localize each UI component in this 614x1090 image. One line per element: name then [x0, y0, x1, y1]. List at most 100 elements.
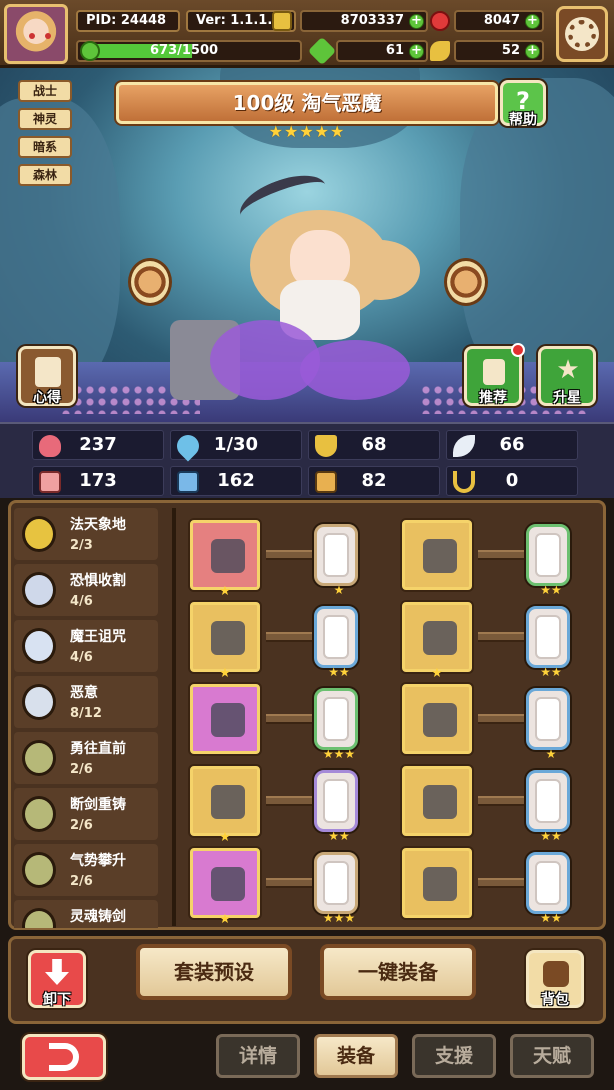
equipment-slot[interactable]: ★ — [190, 520, 260, 599]
rune-stars: ★ — [545, 747, 557, 761]
next-hero-button[interactable] — [444, 258, 488, 306]
equipment-slot[interactable] — [402, 684, 472, 754]
rune-stars: ★★★ — [322, 747, 356, 761]
rune-link — [478, 796, 526, 806]
settings-button[interactable] — [556, 6, 608, 62]
rune-link — [266, 878, 314, 888]
recommend-button[interactable]: 推荐 — [464, 343, 525, 406]
rune-link — [266, 632, 314, 642]
skill-item[interactable]: 法天象地 2/3 — [14, 508, 158, 560]
rune-card-slot[interactable]: ★★ — [526, 770, 570, 843]
equipment-slot[interactable] — [402, 520, 472, 590]
skill-item[interactable]: 勇往直前 2/6 — [14, 732, 158, 784]
gold-icon — [272, 11, 292, 31]
skill-icon — [22, 572, 56, 608]
hero-title-banner: 100级 淘气恶魔 — [116, 82, 498, 124]
tab-support[interactable]: 支援 — [412, 1034, 496, 1078]
prev-hero-button[interactable] — [128, 258, 172, 306]
gold-counter: 8703337 + — [300, 10, 428, 32]
equipment-slot[interactable] — [402, 848, 472, 918]
tab-equipment[interactable]: 装备 — [314, 1034, 398, 1078]
rune-card-slot[interactable]: ★★ — [526, 852, 570, 925]
equipment-stars: ★ — [219, 666, 231, 681]
skill-name: 法天象地 — [70, 517, 126, 533]
key-counter: 52 + — [454, 40, 544, 62]
key-value: 52 — [501, 43, 520, 58]
down-arrow-icon — [45, 959, 69, 985]
rune-card-slot[interactable]: ★★ — [314, 770, 358, 843]
hero-portrait — [170, 165, 440, 420]
skill-progress: 4/6 — [70, 594, 93, 609]
skill-progress: 2/6 — [70, 818, 93, 833]
rune-stars: ★★★ — [322, 911, 356, 925]
stat-speed-value: 66 — [499, 434, 525, 455]
rune-card-slot[interactable]: ★★ — [526, 606, 570, 679]
pid-label: PID: 24448 — [76, 10, 180, 32]
rune-card-slot[interactable]: ★ — [314, 524, 358, 597]
tab-details[interactable]: 详情 — [216, 1034, 300, 1078]
stat-luck: 0 — [446, 466, 578, 496]
rune-icon — [323, 615, 349, 659]
equipment-item-icon — [211, 785, 245, 819]
rune-card-slot[interactable]: ★★★ — [314, 688, 358, 761]
skill-item[interactable]: 恶意 8/12 — [14, 676, 158, 728]
equipment-slot[interactable]: ★ — [402, 602, 472, 681]
skill-name: 恶意 — [70, 685, 98, 701]
equipment-stars: ★ — [219, 584, 231, 599]
equipment-item-icon — [211, 703, 245, 737]
insight-button[interactable]: 心得 — [18, 346, 76, 406]
equipment-slot[interactable] — [402, 766, 472, 836]
skill-item[interactable]: 断剑重铸 2/6 — [14, 788, 158, 840]
set-skill-list[interactable]: 法天象地 2/3 恐惧收割 4/6 魔王诅咒 4/6 恶意 8/12 勇往直前 2/6 断剑重铸 2/… — [14, 508, 160, 928]
equipment-slot[interactable]: ★ — [190, 602, 260, 681]
add-gold-button[interactable]: + — [409, 14, 424, 29]
skill-progress: 2/6 — [70, 762, 93, 777]
add-key-button[interactable]: + — [525, 44, 540, 59]
stat-luck-value: 0 — [505, 470, 519, 491]
skill-icon — [22, 852, 56, 888]
skill-icon — [22, 516, 56, 552]
recommend-label: 推荐 — [479, 390, 507, 406]
star-up-button[interactable]: ★ 升星 — [538, 346, 596, 406]
stat-energy: 1/30 — [170, 430, 302, 462]
skill-progress: 2/6 — [70, 874, 93, 889]
rune-card-slot[interactable]: ★★ — [526, 524, 570, 597]
unequip-label: 卸下 — [43, 992, 71, 1008]
rune-card-slot[interactable]: ★ — [526, 688, 570, 761]
clover-value: 61 — [385, 43, 404, 58]
rune-link — [266, 714, 314, 724]
equipment-slot[interactable]: ★ — [190, 848, 260, 927]
add-clover-button[interactable]: + — [409, 44, 424, 59]
gem-icon — [430, 11, 450, 31]
help-button[interactable]: ? 帮助 — [500, 80, 546, 128]
equipment-item-icon — [423, 539, 457, 573]
add-gem-button[interactable]: + — [525, 14, 540, 29]
rune-icon — [323, 779, 349, 823]
back-arrow-icon — [49, 1043, 79, 1071]
one-click-equip-button[interactable]: 一键装备 — [320, 944, 476, 1000]
tab-talent[interactable]: 天赋 — [510, 1034, 594, 1078]
back-button[interactable] — [22, 1034, 106, 1080]
rune-card-slot[interactable]: ★★★ — [314, 852, 358, 925]
skill-item[interactable]: 恐惧收割 4/6 — [14, 564, 158, 616]
rune-icon — [535, 533, 561, 577]
rune-card-slot[interactable]: ★★ — [314, 606, 358, 679]
help-label: 帮助 — [509, 112, 537, 128]
skill-icon — [22, 628, 56, 664]
bottom-nav: 详情 装备 支援 天赋 — [0, 1026, 614, 1090]
purple-smoke — [300, 340, 410, 400]
equipment-slot[interactable] — [190, 684, 260, 754]
equipment-item-icon — [211, 539, 245, 573]
skill-item[interactable]: 气势攀升 2/6 — [14, 844, 158, 896]
tag-forest: 森林 — [18, 164, 72, 186]
rune-stars: ★★ — [540, 665, 562, 679]
bag-button[interactable]: 背包 — [526, 950, 584, 1008]
equipment-slot[interactable]: ★ — [190, 766, 260, 845]
skill-item[interactable]: 灵魂铸剑 — [14, 900, 158, 928]
set-preset-button[interactable]: 套装预设 — [136, 944, 292, 1000]
player-avatar[interactable] — [4, 4, 68, 64]
unequip-button[interactable]: 卸下 — [28, 950, 86, 1008]
equipment-stars: ★ — [431, 666, 443, 681]
star-up-label: 升星 — [553, 390, 581, 406]
skill-item[interactable]: 魔王诅咒 4/6 — [14, 620, 158, 672]
